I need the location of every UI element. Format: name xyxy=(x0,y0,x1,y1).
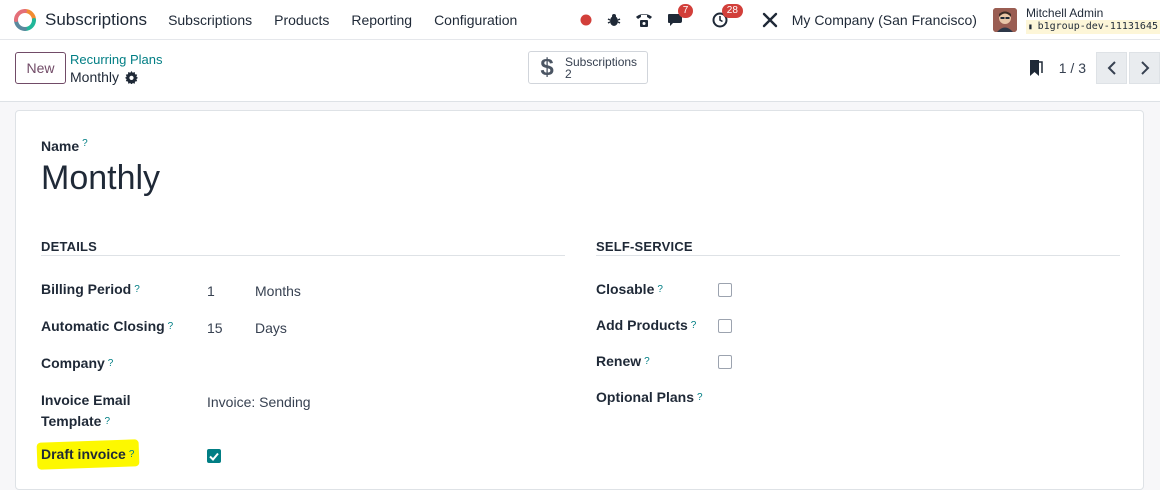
phone-icon[interactable] xyxy=(634,10,654,30)
database-name: ▮ b1group-dev-11131645 xyxy=(1025,20,1160,34)
name-label: Name? xyxy=(41,138,88,154)
company-label-text: Company xyxy=(41,355,105,371)
invoice-email-template-value[interactable]: Invoice: Sending xyxy=(207,394,311,410)
billing-period-label: Billing Period? xyxy=(41,279,140,300)
name-field[interactable]: Monthly xyxy=(41,159,160,198)
closable-checkbox[interactable] xyxy=(718,283,732,297)
help-icon[interactable]: ? xyxy=(82,138,88,149)
details-group-title: DETAILS xyxy=(41,239,98,254)
self-service-group-title: SELF-SERVICE xyxy=(596,239,693,254)
help-icon[interactable]: ? xyxy=(168,321,174,332)
gear-icon[interactable] xyxy=(125,70,139,84)
systray: 7 28 My Company (San Francisco) Mitchell… xyxy=(576,0,1160,40)
help-icon[interactable]: ? xyxy=(691,320,697,331)
invoice-email-template-label-line1: Invoice Email xyxy=(41,392,131,408)
record-title: Monthly xyxy=(70,69,139,85)
smart-button-label: Subscriptions xyxy=(565,54,638,69)
subscriptions-logo-icon xyxy=(14,8,36,31)
smart-button-text: Subscriptions 2 xyxy=(565,56,637,80)
new-button[interactable]: New xyxy=(15,52,66,84)
user-menu[interactable]: Mitchell Admin ▮ b1group-dev-11131645 xyxy=(1025,6,1160,34)
automatic-closing-unit[interactable]: Days xyxy=(255,320,287,336)
record-name: Monthly xyxy=(70,69,120,85)
renew-label-text: Renew xyxy=(596,353,642,369)
chevron-left-icon xyxy=(1107,61,1116,75)
subscriptions-smart-button[interactable]: $ Subscriptions 2 xyxy=(528,51,648,84)
activity-badge: 28 xyxy=(721,4,743,18)
checkmark-icon xyxy=(209,452,219,461)
draft-invoice-label-text: Draft invoice xyxy=(41,446,126,462)
company-label: Company? xyxy=(41,353,113,374)
billing-period-unit[interactable]: Months xyxy=(255,283,301,299)
main-menu: Subscriptions Products Reporting Configu… xyxy=(168,12,539,28)
help-icon[interactable]: ? xyxy=(129,449,135,460)
help-icon[interactable]: ? xyxy=(644,356,650,367)
optional-plans-field[interactable] xyxy=(718,391,1098,409)
activity-clock-icon[interactable]: 28 xyxy=(710,4,743,30)
optional-plans-label-text: Optional Plans xyxy=(596,389,695,405)
name-label-text: Name xyxy=(41,138,80,154)
settings-tools-icon[interactable] xyxy=(760,10,780,30)
user-avatar[interactable] xyxy=(992,8,1017,32)
app-name[interactable]: Subscriptions xyxy=(45,10,147,30)
draft-invoice-label: Draft invoice? xyxy=(41,444,134,465)
help-icon[interactable]: ? xyxy=(657,284,663,295)
help-icon[interactable]: ? xyxy=(134,284,140,295)
dollar-icon: $ xyxy=(540,53,554,81)
billing-period-value[interactable]: 1 xyxy=(207,283,215,299)
billing-period-label-text: Billing Period xyxy=(41,281,132,297)
pager: 1 / 3 xyxy=(1029,52,1160,84)
details-divider xyxy=(41,255,565,256)
invoice-email-template-label-line2: Template xyxy=(41,413,102,429)
top-navbar: Subscriptions Subscriptions Products Rep… xyxy=(0,0,1160,40)
draft-invoice-checkbox[interactable] xyxy=(207,449,221,463)
add-products-checkbox[interactable] xyxy=(718,319,732,333)
help-icon[interactable]: ? xyxy=(108,358,114,369)
invoice-email-template-label: Invoice Email Template? xyxy=(41,390,130,432)
user-name: Mitchell Admin xyxy=(1025,6,1104,20)
bookmark-icon[interactable] xyxy=(1029,59,1043,77)
renew-label: Renew? xyxy=(596,351,650,372)
chevron-right-icon xyxy=(1140,61,1149,75)
automatic-closing-label-text: Automatic Closing xyxy=(41,318,165,334)
closable-label-text: Closable xyxy=(596,281,655,297)
chat-badge: 7 xyxy=(677,4,694,18)
menu-subscriptions[interactable]: Subscriptions xyxy=(168,12,252,28)
database-label: b1group-dev-11131645 xyxy=(1037,21,1158,32)
control-panel: New Recurring Plans Monthly $ Subscripti… xyxy=(0,40,1160,102)
company-field[interactable] xyxy=(207,357,547,375)
menu-products[interactable]: Products xyxy=(274,12,329,28)
add-products-label: Add Products? xyxy=(596,315,696,336)
optional-plans-label: Optional Plans? xyxy=(596,387,703,408)
menu-reporting[interactable]: Reporting xyxy=(351,12,412,28)
smart-button-count: 2 xyxy=(565,66,572,81)
self-service-divider xyxy=(596,255,1120,256)
pager-value[interactable]: 1 / 3 xyxy=(1059,60,1086,76)
app-brand[interactable]: Subscriptions xyxy=(13,8,147,32)
chat-icon[interactable]: 7 xyxy=(666,4,694,30)
menu-configuration[interactable]: Configuration xyxy=(434,12,517,28)
automatic-closing-label: Automatic Closing? xyxy=(41,316,173,337)
company-switcher[interactable]: My Company (San Francisco) xyxy=(792,12,977,28)
add-products-label-text: Add Products xyxy=(596,317,688,333)
help-icon[interactable]: ? xyxy=(104,416,110,427)
debug-bug-icon[interactable] xyxy=(604,10,624,30)
automatic-closing-value[interactable]: 15 xyxy=(207,320,223,336)
help-icon[interactable]: ? xyxy=(697,392,703,403)
database-icon: ▮ xyxy=(1027,22,1038,31)
breadcrumb-recurring-plans[interactable]: Recurring Plans xyxy=(70,52,163,67)
renew-checkbox[interactable] xyxy=(718,355,732,369)
form-sheet: Name? Monthly DETAILS Billing Period? 1 … xyxy=(15,110,1144,490)
pager-next-button[interactable] xyxy=(1129,52,1160,84)
pager-previous-button[interactable] xyxy=(1096,52,1127,84)
closable-label: Closable? xyxy=(596,279,663,300)
record-icon[interactable] xyxy=(576,10,596,30)
